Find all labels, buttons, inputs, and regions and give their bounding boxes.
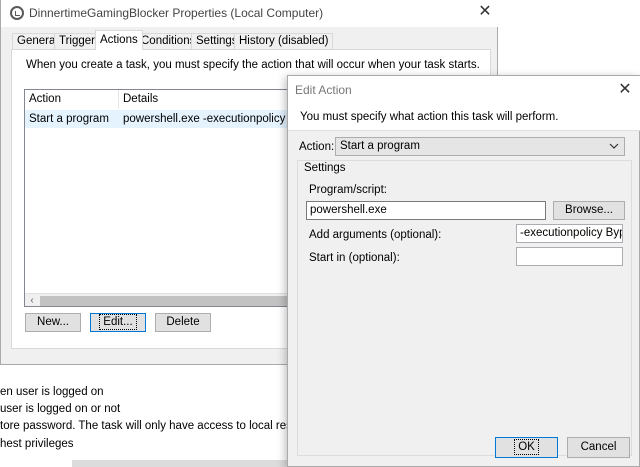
dialog-title: Edit Action [295, 83, 352, 97]
delete-button[interactable]: Delete [155, 313, 211, 332]
scrollbar-thumb[interactable] [40, 296, 303, 306]
start-in-input[interactable] [516, 247, 623, 266]
background-option-text: tore password. The task will only have a… [0, 420, 327, 432]
close-icon[interactable]: ✕ [615, 80, 635, 100]
action-label: Action: [299, 141, 335, 153]
action-dropdown[interactable]: Start a program [335, 137, 625, 156]
action-dropdown-value: Start a program [340, 140, 420, 152]
tab-history[interactable]: History (disabled) [234, 33, 334, 49]
edit-button[interactable]: Edit... [90, 313, 146, 332]
dialog-instruction: You must specify what action this task w… [300, 111, 559, 123]
new-button[interactable]: New... [25, 313, 81, 332]
column-header-action[interactable]: Action [25, 90, 117, 109]
ok-button[interactable]: OK [495, 437, 558, 458]
dialog-titlebar: Edit Action ✕ [288, 76, 640, 104]
background-option-text: user is logged on or not [0, 403, 121, 415]
background-option-text: en user is logged on [0, 386, 104, 398]
edit-action-dialog: Edit Action ✕ You must specify what acti… [287, 75, 640, 467]
properties-titlebar: DinnertimeGamingBlocker Properties (Loca… [1, 0, 498, 27]
column-header-details[interactable]: Details [119, 90, 303, 109]
add-arguments-input[interactable]: -executionpolicy Bypass [516, 224, 623, 243]
tab-actions[interactable]: Actions [95, 30, 143, 50]
row-action-cell: Start a program [29, 113, 109, 125]
close-icon[interactable]: ✕ [475, 2, 495, 22]
background-option-text: hest privileges [0, 438, 74, 450]
task-clock-icon [10, 6, 24, 20]
settings-group-label: Settings [303, 162, 347, 174]
start-in-label: Start in (optional): [309, 252, 400, 264]
chevron-down-icon [608, 138, 620, 155]
scroll-left-icon[interactable]: ‹ [25, 294, 39, 306]
actions-table[interactable]: Action Details Start a program powershel… [24, 89, 304, 307]
window-title: DinnertimeGamingBlocker Properties (Loca… [29, 6, 324, 20]
cancel-button[interactable]: Cancel [567, 437, 630, 458]
row-details-cell: powershell.exe -executionpolicy Bypass - [123, 113, 303, 125]
actions-instruction: When you create a task, you must specify… [26, 59, 480, 71]
horizontal-scrollbar[interactable]: ‹ [25, 293, 303, 306]
program-script-input[interactable]: powershell.exe [306, 201, 546, 220]
add-arguments-label: Add arguments (optional): [309, 229, 442, 241]
program-script-label: Program/script: [309, 184, 387, 196]
browse-button[interactable]: Browse... [553, 201, 625, 220]
